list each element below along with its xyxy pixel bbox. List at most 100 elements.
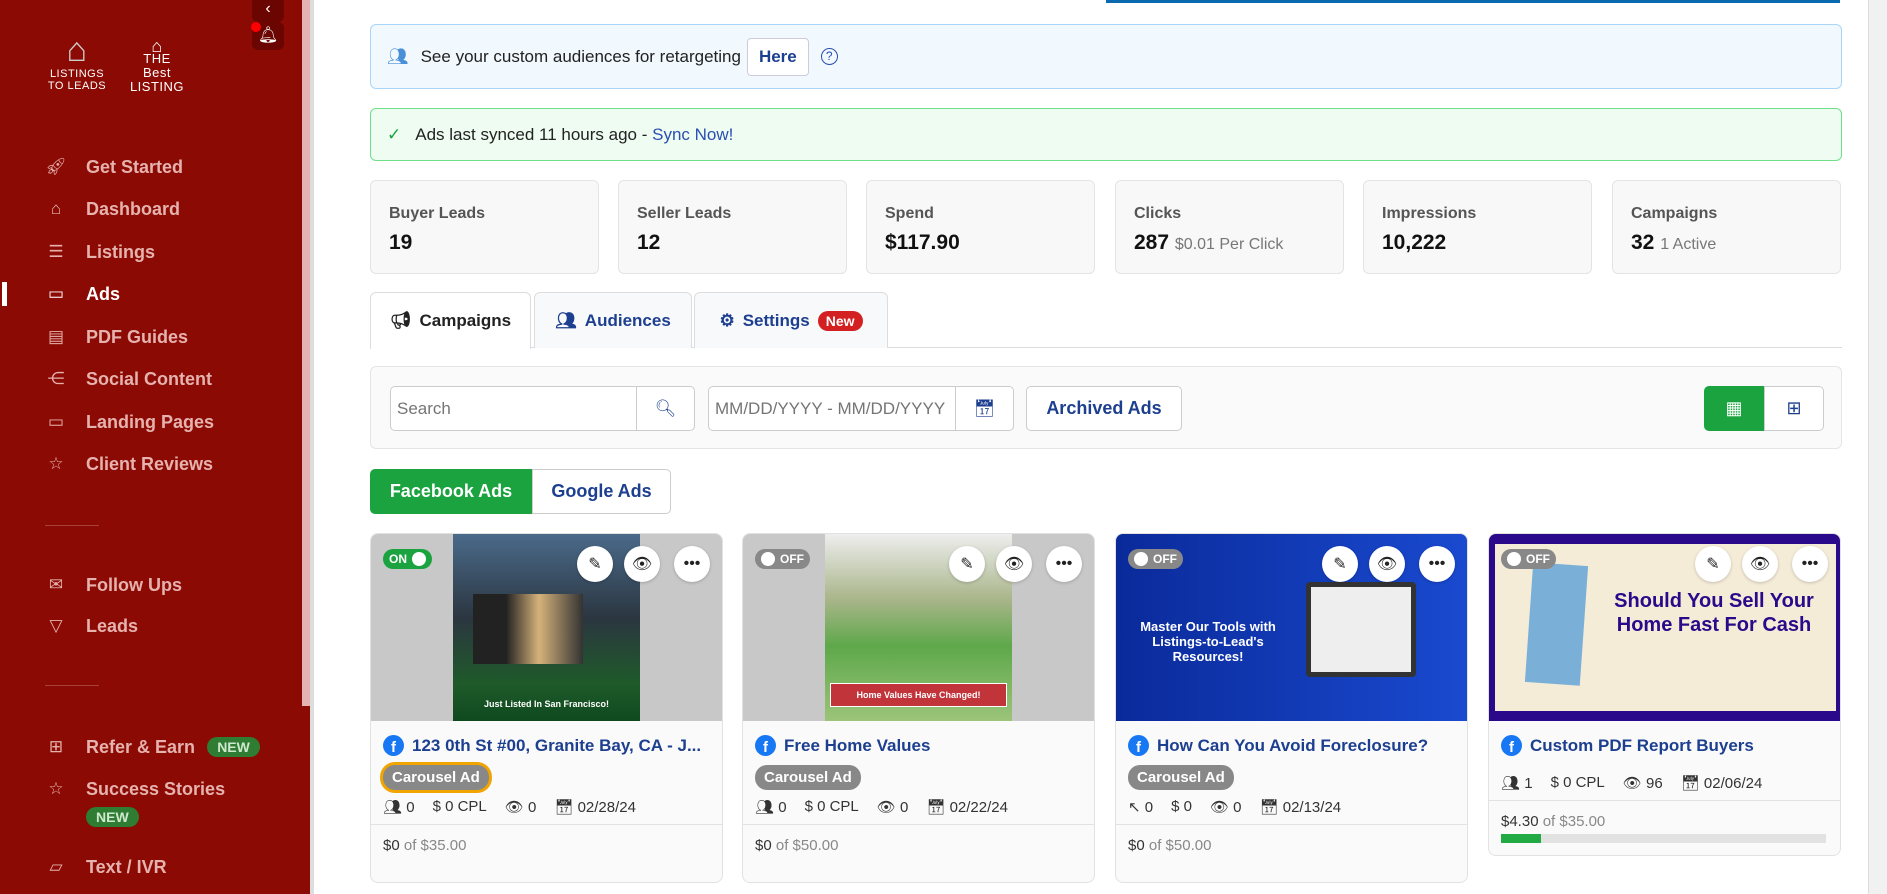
- tab-settings[interactable]: ⚙ Settings New: [694, 292, 888, 348]
- preview-button[interactable]: 👁︎: [996, 546, 1032, 582]
- sidebar-item-success-stories[interactable]: ☆ Success Stories NEW: [0, 771, 302, 827]
- sidebar-item-client-reviews[interactable]: ☆ Client Reviews: [0, 446, 302, 482]
- star-icon: ☆: [48, 779, 64, 798]
- ad-card[interactable]: Just Listed In San Francisco! ON ✎ 👁︎ ••…: [370, 533, 723, 883]
- ad-status-toggle[interactable]: OFF: [1501, 549, 1556, 569]
- sidebar-item-label: Refer & Earn: [86, 736, 196, 757]
- stat-label: Buyer Leads: [389, 205, 486, 222]
- ad-budget: $0 of $50.00: [743, 824, 1094, 866]
- sidebar-item-follow-ups[interactable]: ✉ Follow Ups: [0, 567, 302, 603]
- users-icon: 👥︎: [555, 310, 577, 330]
- facebook-icon: f: [1128, 735, 1149, 756]
- edit-button[interactable]: ✎: [1322, 546, 1358, 582]
- sidebar-item-ads[interactable]: ▭ Ads: [0, 276, 302, 312]
- listings-to-leads-logo[interactable]: ⌂ LISTINGS TO LEADS: [44, 32, 110, 92]
- ad-status-toggle[interactable]: OFF: [1128, 549, 1183, 569]
- sidebar-item-get-started[interactable]: 🚀︎ Get Started: [0, 149, 302, 185]
- ad-image-caption: Just Listed In San Francisco!: [483, 699, 610, 709]
- sidebar-item-leads[interactable]: ▽ Leads: [0, 608, 302, 644]
- here-button[interactable]: Here: [746, 37, 809, 76]
- archived-ads-button[interactable]: Archived Ads: [1026, 386, 1182, 431]
- stat-card: Buyer Leads 19: [370, 180, 599, 274]
- share-icon: ⋲: [47, 369, 65, 388]
- notification-dot: [251, 22, 261, 32]
- metric-date: 02/06/24: [1703, 775, 1763, 792]
- sidebar-item-social-content[interactable]: ⋲ Social Content: [0, 361, 302, 397]
- tab-audiences[interactable]: 👥︎ Audiences: [534, 292, 692, 348]
- sidebar-item-listings[interactable]: ☰ Listings: [0, 234, 302, 270]
- ad-card[interactable]: Should You Sell Your Home Fast For Cash …: [1488, 533, 1841, 856]
- eye-icon: 👁︎: [1209, 799, 1229, 816]
- preview-button[interactable]: 👁︎: [1742, 546, 1778, 582]
- ad-card[interactable]: Home Values Have Changed! OFF ✎ 👁︎ ••• f…: [742, 533, 1095, 883]
- ad-title[interactable]: f Free Home Values: [755, 735, 930, 756]
- preview-button[interactable]: 👁︎: [624, 546, 660, 582]
- sidebar-item-landing-pages[interactable]: ▭ Landing Pages: [0, 404, 302, 440]
- ad-image[interactable]: Just Listed In San Francisco! ON ✎ 👁︎ ••…: [371, 534, 722, 721]
- collapse-sidebar-button[interactable]: ‹: [252, 0, 284, 22]
- google-ads-button[interactable]: Google Ads: [532, 469, 671, 514]
- sync-now-link[interactable]: Sync Now!: [652, 125, 733, 145]
- sidebar-item-refer-earn[interactable]: ⊞ Refer & Earn NEW: [0, 729, 302, 765]
- window-icon: ▭: [47, 412, 65, 431]
- stat-label: Spend: [885, 205, 934, 222]
- budget-total: of $35.00: [403, 837, 467, 854]
- eye-icon: 👁︎: [1376, 556, 1398, 573]
- search-icon[interactable]: 🔍︎: [636, 387, 694, 430]
- help-icon[interactable]: ?: [820, 48, 838, 65]
- ad-image[interactable]: Should You Sell Your Home Fast For Cash …: [1489, 534, 1840, 721]
- tab-campaigns[interactable]: 📢︎ Campaigns: [370, 292, 531, 349]
- stat-subtext: 1 Active: [1660, 236, 1717, 253]
- more-button[interactable]: •••: [1792, 546, 1828, 582]
- toggle-label: OFF: [1153, 552, 1177, 566]
- toggle-knob: [1134, 552, 1148, 566]
- sidebar-item-text-ivr[interactable]: ▱ Text / IVR: [0, 849, 302, 885]
- metric-cpl: 0: [1183, 798, 1192, 815]
- stat-card: Impressions 10,222: [1363, 180, 1592, 274]
- house-logo-icon: ⌂: [66, 31, 88, 69]
- sidebar-item-dashboard[interactable]: ⌂ Dashboard: [0, 191, 302, 227]
- sidebar-scrollbar[interactable]: [302, 0, 310, 706]
- ad-title[interactable]: f 123 0th St #00, Granite Bay, CA - J...: [383, 735, 701, 756]
- facebook-ads-button[interactable]: Facebook Ads: [370, 469, 532, 514]
- ad-title[interactable]: f How Can You Avoid Foreclosure?: [1128, 735, 1428, 756]
- preview-button[interactable]: 👁︎: [1369, 546, 1405, 582]
- table-view-button[interactable]: ⊞: [1764, 386, 1824, 431]
- budget-progress-fill: [1501, 834, 1541, 843]
- ad-title[interactable]: f Custom PDF Report Buyers: [1501, 735, 1754, 756]
- more-button[interactable]: •••: [1046, 546, 1082, 582]
- edit-button[interactable]: ✎: [1695, 546, 1731, 582]
- more-button[interactable]: •••: [674, 546, 710, 582]
- stat-value: 19: [389, 231, 413, 254]
- edit-button[interactable]: ✎: [577, 546, 613, 582]
- sidebar-item-pdf-guides[interactable]: ▤ PDF Guides: [0, 319, 302, 355]
- ad-image[interactable]: Home Values Have Changed! OFF ✎ 👁︎ •••: [743, 534, 1094, 721]
- divider: [45, 685, 99, 686]
- ad-image[interactable]: Master Our Tools with Listings-to-Lead's…: [1116, 534, 1467, 721]
- search-input[interactable]: [397, 398, 627, 419]
- edit-button[interactable]: ✎: [949, 546, 985, 582]
- cursor-icon: ↖: [1128, 799, 1141, 816]
- logo-text: LISTINGS TO LEADS: [47, 68, 107, 92]
- more-icon: •••: [683, 555, 701, 572]
- sidebar-item-label: Dashboard: [86, 198, 181, 219]
- more-button[interactable]: •••: [1419, 546, 1455, 582]
- notifications-button[interactable]: 🔔︎: [251, 22, 284, 50]
- sidebar: ⌂ LISTINGS TO LEADS ⌂ THE Best LISTING ‹…: [0, 0, 310, 894]
- date-range-input[interactable]: [715, 398, 955, 419]
- ad-title-text: Custom PDF Report Buyers: [1530, 735, 1754, 755]
- sidebar-item-label: Text / IVR: [86, 856, 167, 877]
- eye-icon: 👁︎: [1622, 775, 1642, 792]
- page-scrollbar[interactable]: [1868, 0, 1887, 894]
- grid-view-button[interactable]: ▦: [1704, 386, 1764, 431]
- calendar-icon[interactable]: 📅︎: [955, 387, 1013, 430]
- ad-card[interactable]: Master Our Tools with Listings-to-Lead's…: [1115, 533, 1468, 883]
- ad-status-toggle[interactable]: OFF: [755, 549, 810, 569]
- ad-status-toggle[interactable]: ON: [383, 549, 432, 569]
- metric-views: 0: [528, 799, 537, 816]
- megaphone-icon: 📢︎: [389, 311, 412, 330]
- eye-icon: 👁︎: [1749, 556, 1771, 573]
- best-listing-logo[interactable]: ⌂ THE Best LISTING: [122, 37, 192, 94]
- dollar-icon: $: [432, 798, 441, 815]
- ad-type-badge: Carousel Ad: [755, 765, 861, 790]
